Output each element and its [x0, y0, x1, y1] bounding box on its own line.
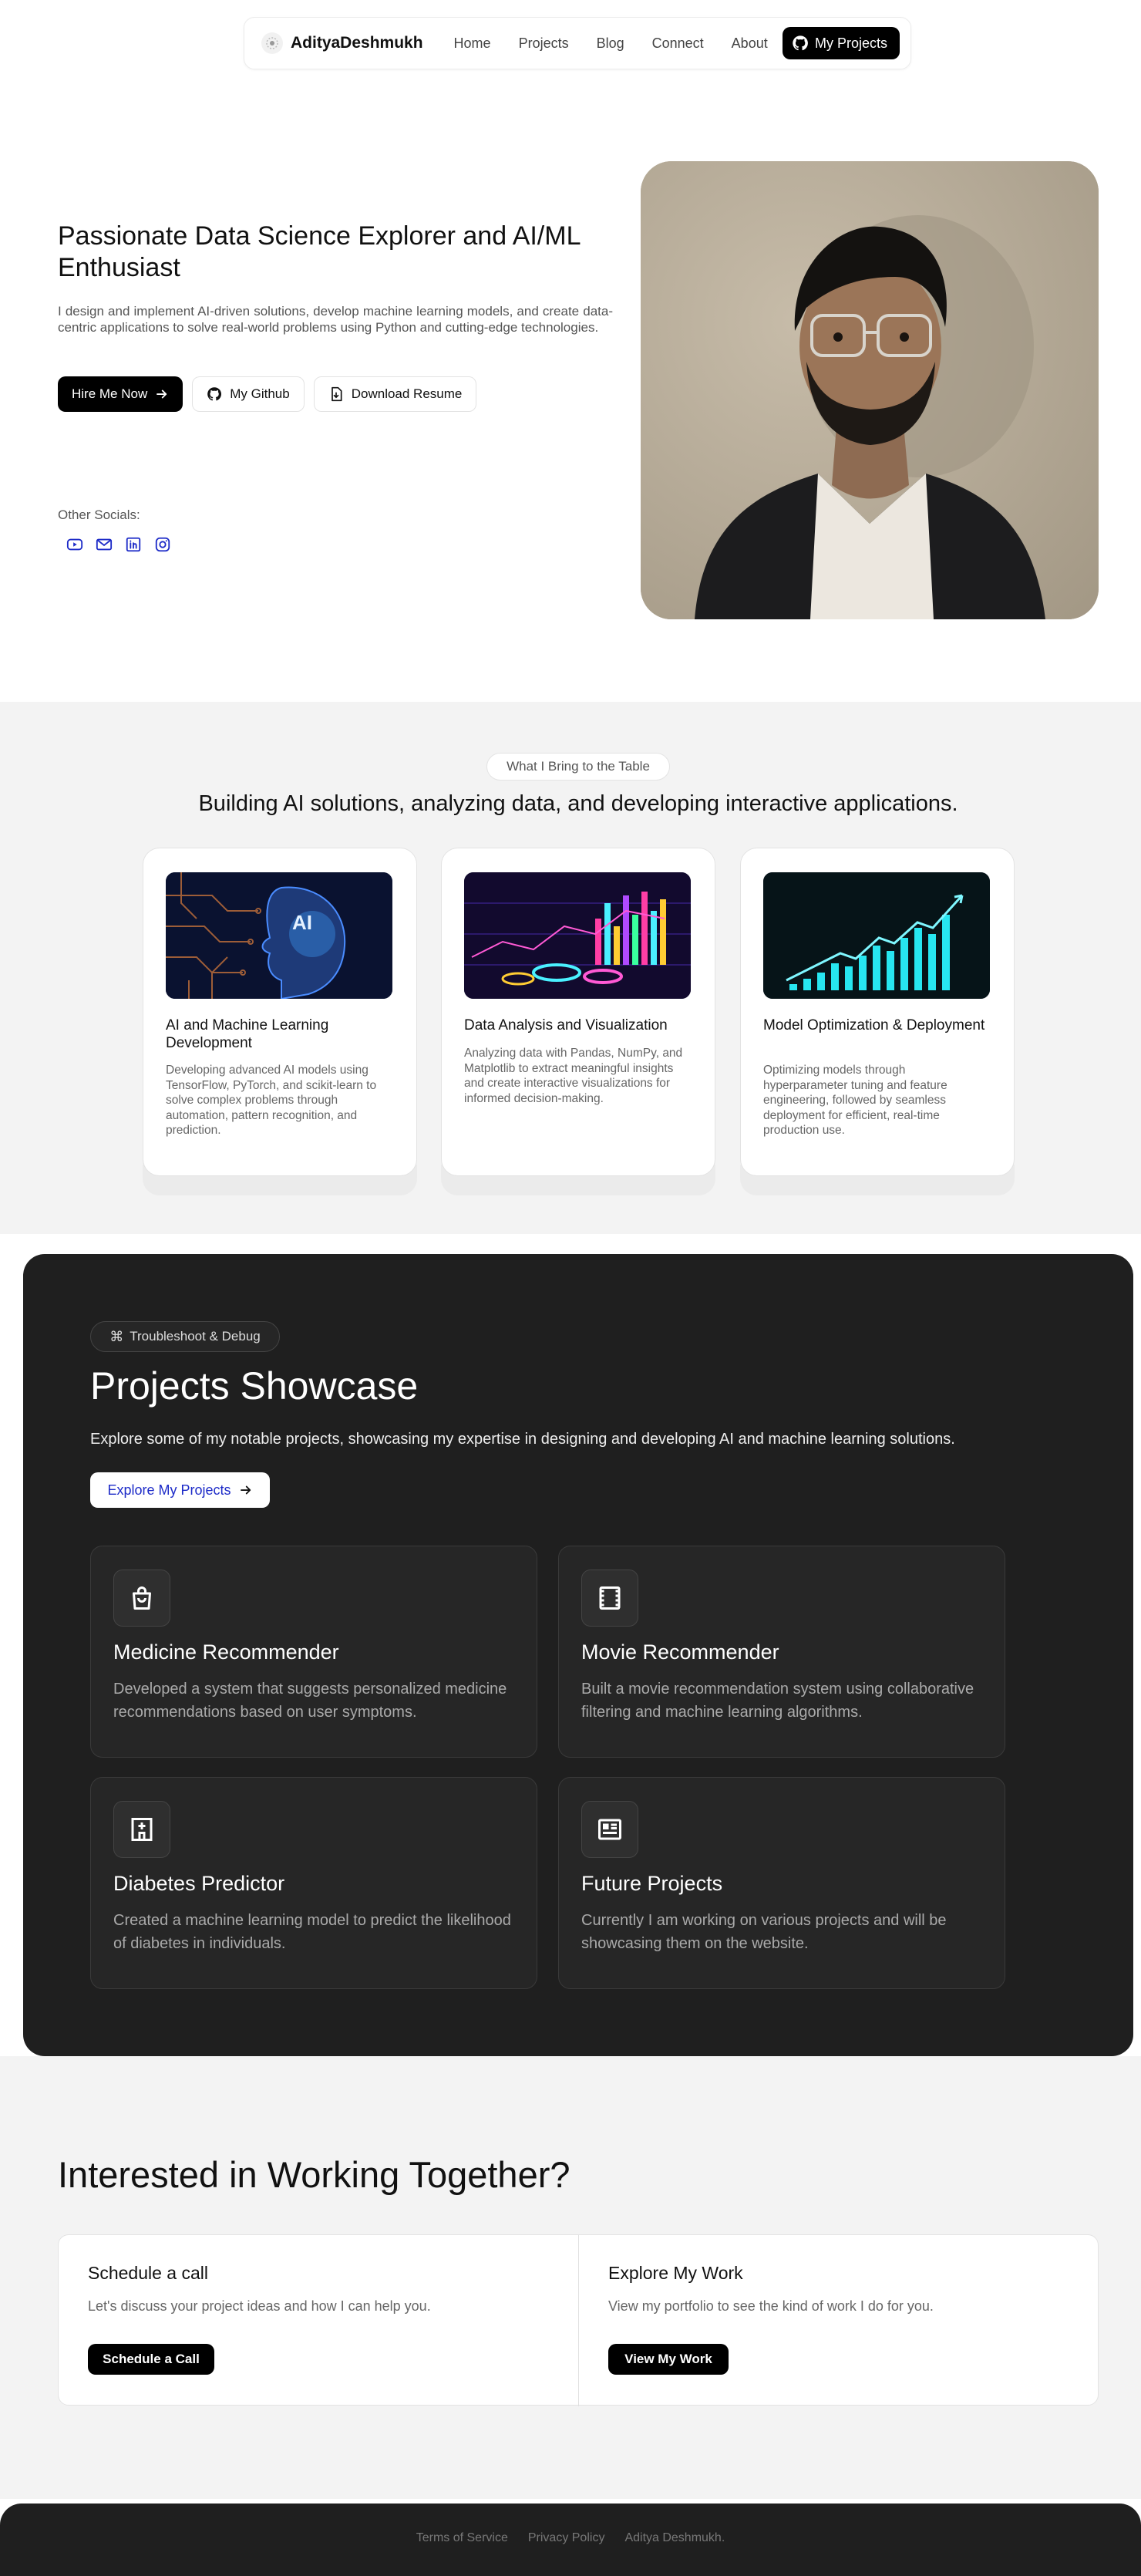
service-card-data: Data Analysis and Visualization Analyzin… [441, 848, 715, 1176]
explore-projects-label: Explore My Projects [107, 1482, 231, 1498]
nav-link-home[interactable]: Home [454, 35, 491, 52]
arrow-right-icon [240, 1485, 251, 1495]
project-card-movie[interactable]: Movie Recommender Built a movie recommen… [558, 1546, 1005, 1758]
service-card-ai: AI AI and Machine Learning Development D… [143, 848, 417, 1176]
project-card-text: Created a machine learning model to pred… [113, 1912, 511, 1952]
service-card-text: Analyzing data with Pandas, NumPy, and M… [464, 1047, 683, 1105]
contact-box: Schedule a call Let's discuss your proje… [58, 2234, 1099, 2406]
film-icon [581, 1570, 638, 1627]
ai-image-label: AI [292, 911, 312, 934]
project-card-diabetes[interactable]: Diabetes Predictor Created a machine lea… [90, 1777, 537, 1989]
hero-description: I design and implement AI-driven solutio… [58, 304, 613, 335]
projects-pill-label: Troubleshoot & Debug [130, 1329, 261, 1344]
brand-name: AdityaDeshmukh [291, 34, 423, 52]
youtube-icon[interactable] [66, 535, 84, 554]
project-card-medicine[interactable]: Medicine Recommender Developed a system … [90, 1546, 537, 1758]
brand-logo-icon [261, 32, 283, 54]
my-projects-button[interactable]: My Projects [782, 27, 900, 59]
service-card-text: Developing advanced AI models using Tens… [166, 1064, 377, 1137]
ai-head-image: AI [166, 872, 392, 999]
services-heading: Building AI solutions, analyzing data, a… [198, 791, 958, 816]
services-pill: What I Bring to the Table [486, 753, 670, 781]
top-navbar: AdityaDeshmukh Home Projects Blog Connec… [244, 17, 911, 69]
command-icon: ⌘ [109, 1328, 124, 1344]
explore-projects-button[interactable]: Explore My Projects [90, 1472, 270, 1508]
explore-work-title: Explore My Work [608, 2263, 743, 2283]
view-my-work-button[interactable]: View My Work [608, 2344, 729, 2375]
nav-link-connect[interactable]: Connect [652, 35, 704, 52]
project-card-title: Future Projects [581, 1872, 723, 1895]
project-card-title: Movie Recommender [581, 1640, 779, 1664]
service-card-optimization: Model Optimization & Deployment Optimizi… [740, 848, 1015, 1176]
my-projects-label: My Projects [814, 35, 887, 51]
my-github-label: My Github [230, 386, 290, 401]
project-card-text: Built a movie recommendation system usin… [581, 1681, 974, 1721]
arrow-right-icon [157, 389, 167, 399]
contact-divider [578, 2235, 579, 2406]
nav-link-about[interactable]: About [732, 35, 768, 52]
projects-pill: ⌘ Troubleshoot & Debug [90, 1321, 280, 1352]
service-card-text: Optimizing models through hyperparameter… [763, 1064, 947, 1137]
contact-title: Interested in Working Together? [58, 2154, 570, 2195]
instagram-icon[interactable] [153, 535, 172, 554]
download-resume-button[interactable]: Download Resume [313, 376, 477, 412]
project-card-text: Currently I am working on various projec… [581, 1912, 947, 1952]
file-download-icon [331, 386, 342, 402]
projects-title: Projects Showcase [90, 1364, 419, 1408]
footer-link-terms[interactable]: Terms of Service [416, 2531, 508, 2545]
schedule-call-button[interactable]: Schedule a Call [88, 2344, 214, 2375]
github-icon [207, 387, 222, 401]
brand[interactable]: AdityaDeshmukh [261, 32, 423, 54]
project-card-future[interactable]: Future Projects Currently I am working o… [558, 1777, 1005, 1989]
schedule-call-title: Schedule a call [88, 2263, 208, 2283]
nav-link-projects[interactable]: Projects [519, 35, 569, 52]
growth-chart-image [763, 872, 990, 999]
newspaper-icon [581, 1801, 638, 1858]
footer-copyright: Aditya Deshmukh. [624, 2531, 725, 2544]
service-card-title: AI and Machine Learning Development [166, 1017, 329, 1051]
hire-me-button[interactable]: Hire Me Now [58, 376, 183, 412]
mail-icon[interactable] [95, 535, 113, 554]
github-icon [793, 35, 808, 51]
explore-work-text: View my portfolio to see the kind of wor… [608, 2298, 934, 2314]
project-card-title: Diabetes Predictor [113, 1872, 285, 1895]
linkedin-icon[interactable] [124, 535, 143, 554]
socials-label: Other Socials: [58, 507, 140, 522]
service-card-title: Data Analysis and Visualization [464, 1017, 668, 1033]
hospital-icon [113, 1801, 170, 1858]
schedule-call-text: Let's discuss your project ideas and how… [88, 2298, 431, 2314]
nav-link-blog[interactable]: Blog [597, 35, 624, 52]
download-resume-label: Download Resume [351, 386, 463, 401]
shopping-bag-icon [113, 1570, 170, 1627]
service-card-title: Model Optimization & Deployment [763, 1017, 985, 1033]
footer-link-privacy[interactable]: Privacy Policy [528, 2531, 605, 2545]
project-card-text: Developed a system that suggests persona… [113, 1681, 507, 1721]
profile-photo [641, 161, 1099, 619]
projects-description: Explore some of my notable projects, sho… [90, 1431, 955, 1448]
hire-me-label: Hire Me Now [72, 386, 148, 401]
project-card-title: Medicine Recommender [113, 1640, 339, 1664]
hero-title: Passionate Data Science Explorer and AI/… [58, 221, 581, 282]
data-visualization-image [464, 872, 691, 999]
my-github-button[interactable]: My Github [192, 376, 305, 412]
